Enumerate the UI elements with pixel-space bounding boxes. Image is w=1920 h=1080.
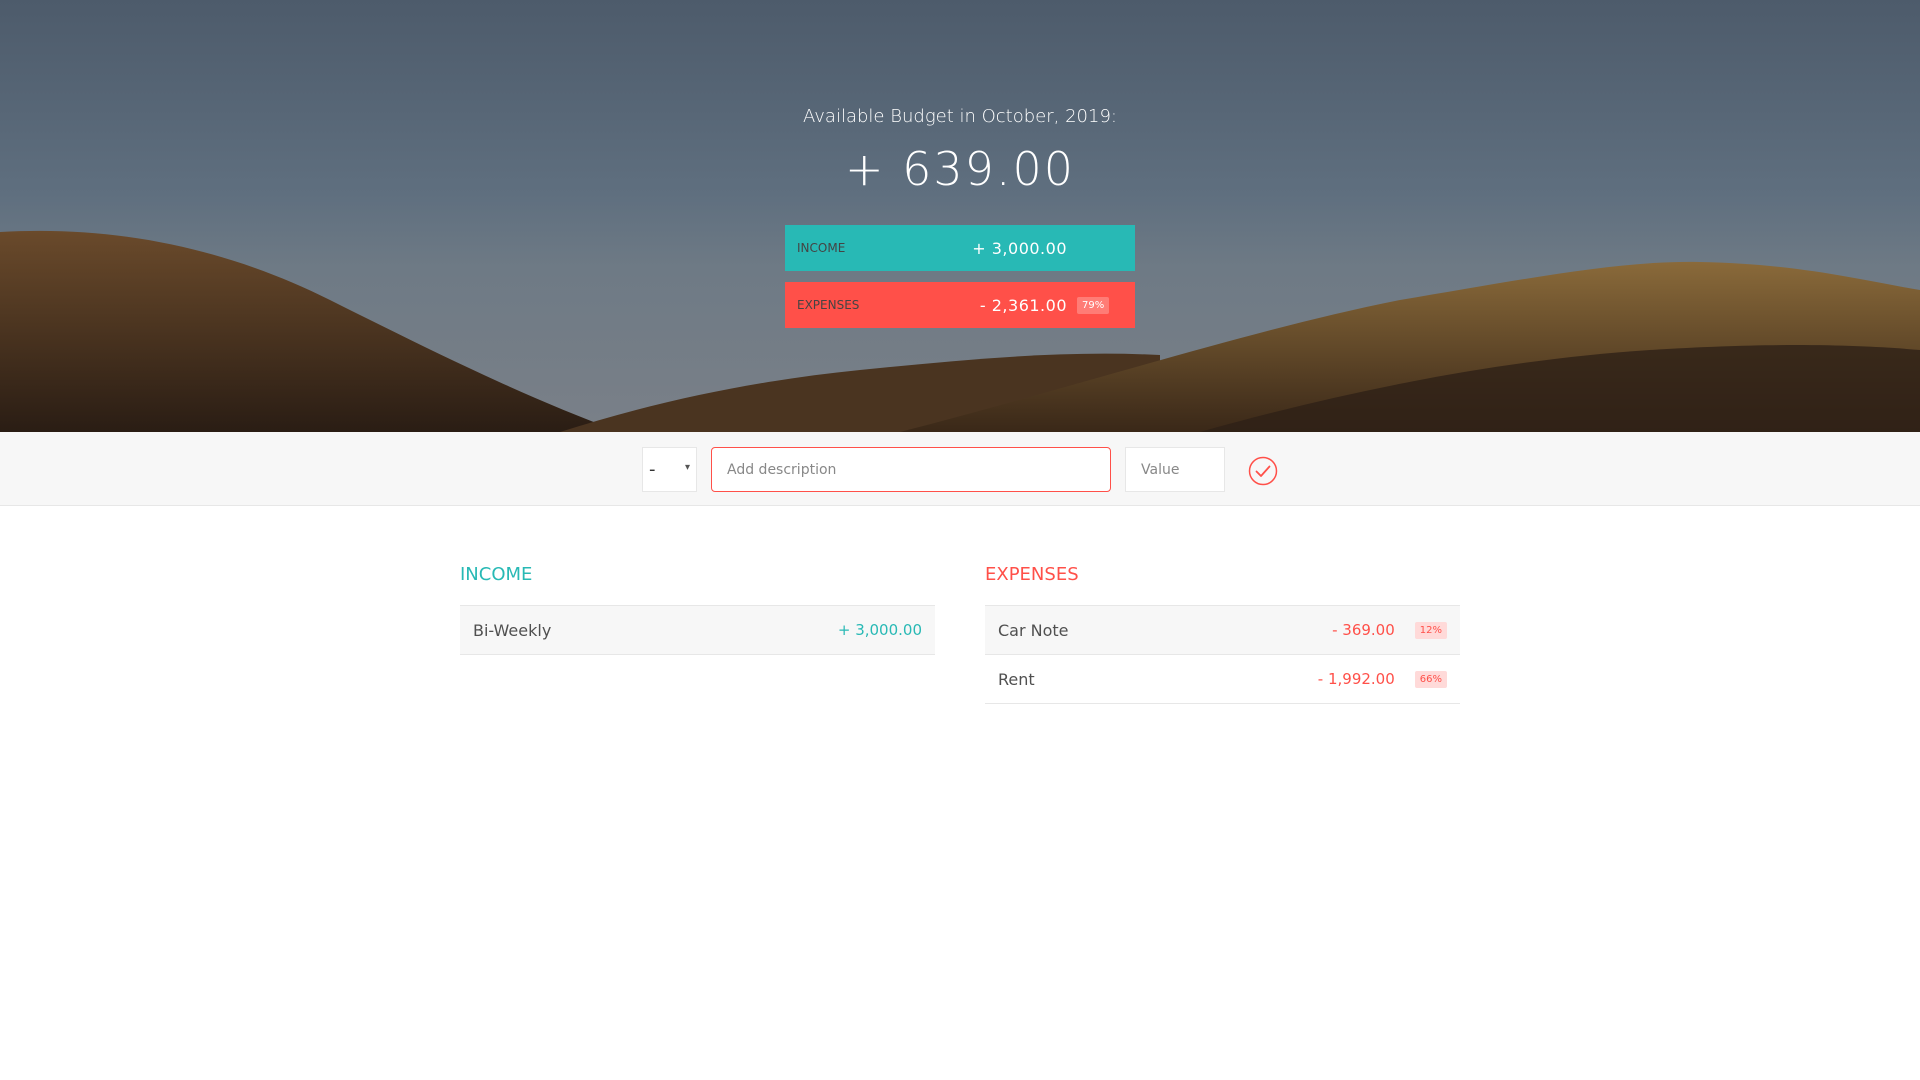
header-background: Available Budget in October, 2019: + 639… — [0, 0, 1920, 432]
expense-item-value: - 369.00 — [1332, 621, 1395, 639]
income-item-description: Bi-Weekly — [473, 620, 552, 640]
chevron-down-icon: ▾ — [684, 462, 690, 473]
budget-income-summary: Income + 3,000.00 — [785, 225, 1135, 271]
budget-income-label: Income — [797, 241, 846, 255]
add-entry-bar: - ▾ — [0, 432, 1920, 506]
budget-value: + 639.00 — [844, 142, 1076, 196]
income-list: Income Bi-Weekly + 3,000.00 — [460, 564, 935, 655]
budget-income-value: + 3,000.00 — [972, 238, 1067, 258]
budget-expenses-summary: Expenses - 2,361.00 79% — [785, 282, 1135, 328]
expenses-list-title: Expenses — [985, 564, 1460, 606]
expense-item-description: Rent — [998, 669, 1035, 689]
expense-item-value: - 1,992.00 — [1317, 670, 1395, 688]
income-item[interactable]: Bi-Weekly + 3,000.00 — [460, 606, 935, 655]
expense-item-description: Car Note — [998, 620, 1069, 640]
budget-expenses-percentage: 79% — [1077, 296, 1110, 314]
type-select-value: - — [649, 459, 656, 480]
expense-item-percentage: 12% — [1414, 621, 1447, 639]
budget-title: Available Budget in October, 2019: — [803, 106, 1117, 127]
budget-expenses-label: Expenses — [797, 298, 860, 312]
type-select[interactable]: - ▾ — [642, 447, 697, 492]
expense-item[interactable]: Rent - 1,992.00 66% — [985, 655, 1460, 704]
value-input[interactable] — [1125, 447, 1225, 492]
budget-expenses-value: - 2,361.00 — [979, 295, 1067, 315]
expenses-list: Expenses Car Note - 369.00 12% Rent - 1,… — [985, 564, 1460, 704]
add-entry-button[interactable] — [1248, 456, 1278, 486]
income-list-title: Income — [460, 564, 935, 606]
expense-item[interactable]: Car Note - 369.00 12% — [985, 606, 1460, 655]
checkmark-circle-icon — [1248, 456, 1278, 486]
hills-background — [0, 230, 1920, 432]
income-item-value: + 3,000.00 — [837, 621, 922, 639]
expense-item-percentage: 66% — [1414, 670, 1447, 688]
description-input[interactable] — [711, 447, 1111, 492]
